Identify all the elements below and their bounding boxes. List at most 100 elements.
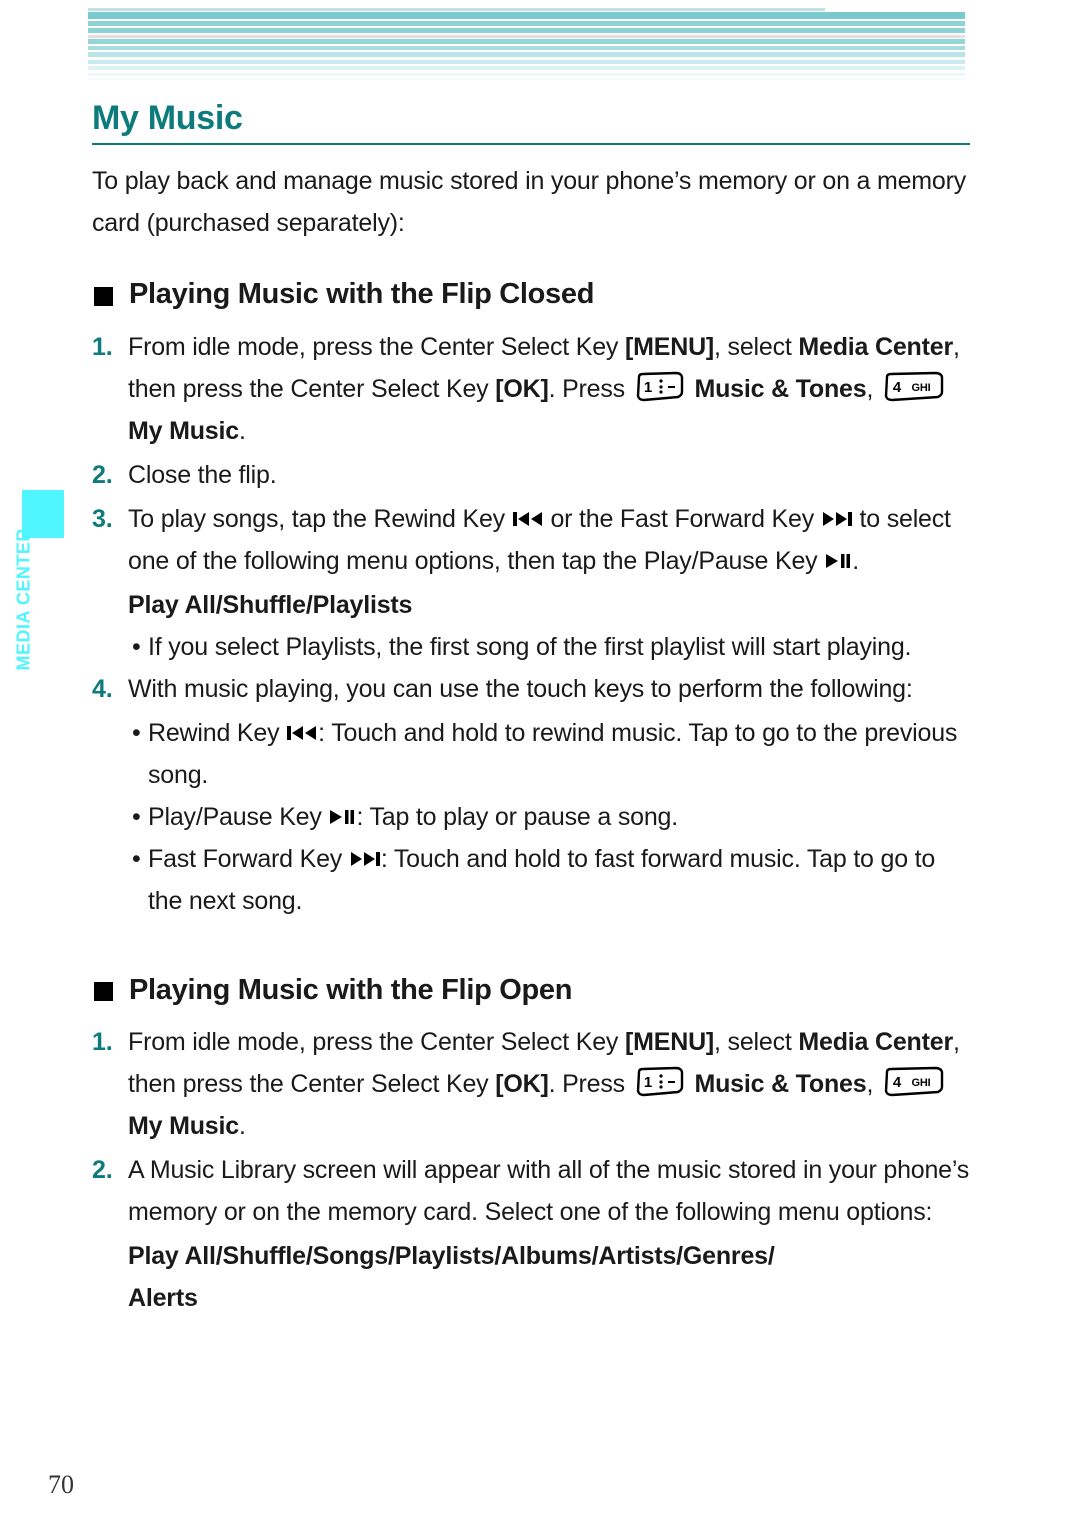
header-stripe [88,78,965,80]
music-and-tones-label: Music & Tones [694,374,867,403]
music-and-tones-label: Music & Tones [694,1070,867,1099]
ok-key-label: [OK] [495,374,549,403]
header-stripe-decoration [88,8,965,80]
step-item: 1. From idle mode, press the Center Sele… [92,326,970,452]
play-pause-icon [329,808,355,826]
step-number: 3. [92,504,113,533]
svg-text:1: 1 [644,1074,652,1091]
touch-key-label: Fast Forward Key [148,844,349,873]
step-text-fragment: From idle mode, press the Center Select … [128,1028,625,1057]
header-stripe [88,21,965,26]
svg-text:GHI: GHI [911,1077,930,1089]
section-title: Playing Music with the Flip Open [129,973,573,1006]
header-stripe [88,46,965,50]
bullet-dot-icon: • [132,632,141,661]
svg-text:4: 4 [893,379,902,396]
keypad-key-1-icon: 1 [635,371,685,403]
list-item: • If you select Playlists, the first son… [132,626,970,668]
menu-options-line: Play All/Shuffle/Songs/Playlists/Albums/… [128,1242,775,1271]
bullet-dot-icon: • [132,844,141,873]
section-heading-flip-closed: Playing Music with the Flip Closed [94,278,970,311]
header-stripe [88,73,965,76]
rewind-icon [512,510,543,528]
media-center-label: Media Center [798,1028,953,1057]
list-item-text: Fast Forward Key : Touch and hold to fas… [148,838,970,922]
section-heading-flip-open: Playing Music with the Flip Open [94,974,970,1007]
square-bullet-icon [94,981,113,1001]
step-item: 4. With music playing, you can use the t… [92,668,970,710]
step-text-fragment: . [238,416,246,445]
section-tab-label: MEDIA CENTER [13,528,34,671]
step-item: 2. Close the flip. [92,454,970,496]
page-content: My Music To play back and manage music s… [92,99,970,1319]
step-text-fragment: From idle mode, press the Center Select … [128,332,625,361]
step-number: 2. [92,1156,113,1185]
touch-key-label: Rewind Key [148,718,287,747]
section-title: Playing Music with the Flip Closed [129,278,595,311]
step-text-fragment: . [238,1112,246,1141]
header-stripe [88,35,965,38]
svg-text:4: 4 [893,1074,902,1091]
step-text-fragment: , [866,1070,880,1099]
list-item-text: Rewind Key : Touch and hold to rewind mu… [148,712,970,796]
list-item: • Play/Pause Key : Tap to play or pause … [132,796,970,838]
page-number: 70 [48,1470,74,1499]
svg-text:1: 1 [644,379,652,396]
list-item-text: If you select Playlists, the first song … [148,632,912,661]
list-item: • Rewind Key : Touch and hold to rewind … [132,712,970,796]
step-item: 1. From idle mode, press the Center Sele… [92,1021,970,1147]
header-stripe [88,66,965,70]
touch-key-description: : Tap to play or pause a song. [356,802,678,831]
fast-forward-icon [350,850,380,868]
step-text-fragment: . [852,546,859,575]
step-text: A Music Library screen will appear with … [128,1156,970,1227]
header-stripe [88,39,965,44]
step-text: With music playing, you can use the touc… [128,674,913,703]
list-item: • Fast Forward Key : Touch and hold to f… [132,838,970,922]
media-center-label: Media Center [798,332,953,361]
step-text: From idle mode, press the Center Select … [128,326,970,452]
intro-paragraph: To play back and manage music stored in … [92,167,967,237]
keypad-key-4-ghi-icon: 4 GHI [883,371,945,403]
svg-text:GHI: GHI [911,382,930,394]
step-item: 2. A Music Library screen will appear wi… [92,1149,970,1233]
step-text: From idle mode, press the Center Select … [128,1021,970,1147]
step-number: 1. [92,332,113,361]
step-text: To play songs, tap the Rewind Key or the… [128,498,970,582]
menu-options-line: Play All/Shuffle/Playlists [128,590,413,619]
list-item-text: Play/Pause Key : Tap to play or pause a … [148,796,970,838]
bullet-dot-icon: • [132,802,141,831]
menu-key-label: [MENU] [624,332,715,361]
step-number: 4. [92,674,113,703]
my-music-label: My Music [128,416,239,445]
step-text-fragment: , select [714,332,799,361]
ok-key-label: [OK] [495,1070,549,1099]
step-number: 2. [92,460,113,489]
step-text-fragment: , select [714,1028,799,1057]
touch-key-label: Play/Pause Key [148,802,329,831]
header-stripe [88,52,965,57]
title-underline-rule [92,143,970,146]
step-number: 1. [92,1028,113,1057]
menu-options-line: Alerts [128,1284,198,1313]
step-text-fragment: , [866,374,880,403]
header-stripe [88,8,825,11]
square-bullet-icon [94,286,113,306]
my-music-label: My Music [128,1112,239,1141]
play-pause-icon [825,552,851,570]
step-text-fragment: . Press [548,374,632,403]
menu-key-label: [MENU] [624,1028,715,1057]
step-text: Close the flip. [128,460,277,489]
step-item: 3. To play songs, tap the Rewind Key or … [92,498,970,582]
page-title: My Music [92,99,243,137]
fast-forward-icon [822,510,852,528]
header-stripe [88,60,965,64]
step-text-fragment: or the Fast Forward Key [543,504,821,533]
step-text-fragment: . Press [548,1070,632,1099]
rewind-icon [287,724,317,742]
bullet-dot-icon: • [132,718,141,747]
step-text-fragment: To play songs, tap the Rewind Key [128,504,512,533]
header-stripe [88,28,965,33]
header-stripe [88,12,965,19]
keypad-key-1-icon: 1 [635,1066,685,1098]
